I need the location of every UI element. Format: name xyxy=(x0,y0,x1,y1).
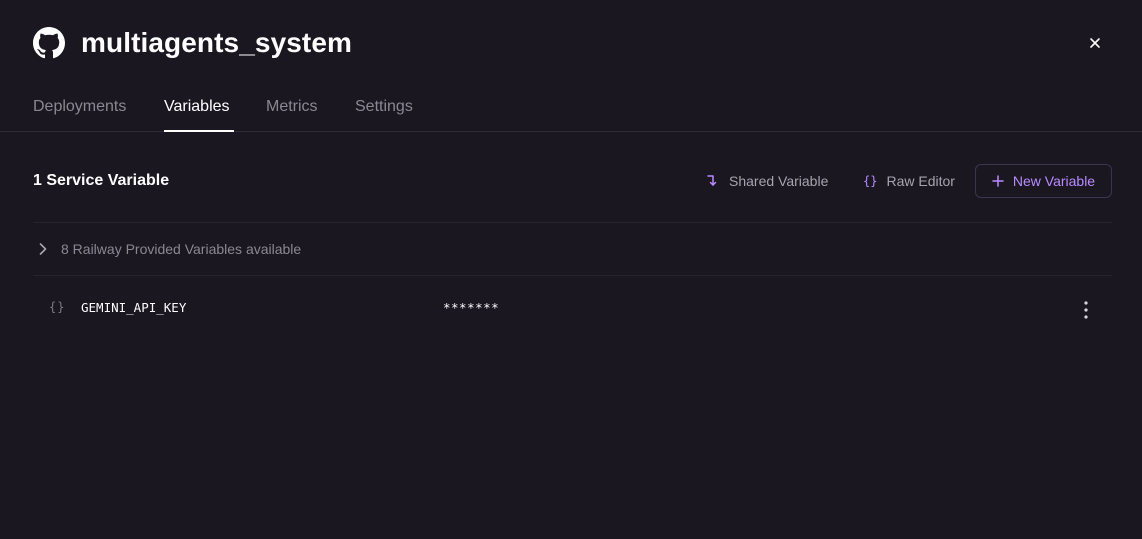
shared-variable-icon xyxy=(706,174,720,188)
close-icon xyxy=(1090,38,1100,48)
new-variable-button[interactable]: New Variable xyxy=(975,164,1112,198)
close-button[interactable] xyxy=(1084,32,1106,54)
shared-variable-label: Shared Variable xyxy=(729,173,829,189)
service-panel: multiagents_system Deployments Variables… xyxy=(0,0,1142,539)
variable-value[interactable]: ******* xyxy=(443,300,499,315)
service-variable-count: 1 Service Variable xyxy=(33,172,170,189)
page-title: multiagents_system xyxy=(81,27,353,58)
new-variable-label: New Variable xyxy=(1012,173,1096,189)
raw-editor-label: Raw Editor xyxy=(886,173,955,189)
tab-settings[interactable]: Settings xyxy=(355,96,413,118)
tab-bar: Deployments Variables Metrics Settings xyxy=(0,86,1142,132)
chevron-right-icon xyxy=(38,242,48,261)
github-icon xyxy=(33,27,65,59)
active-tab-indicator xyxy=(164,130,234,132)
railway-variables-toggle[interactable]: 8 Railway Provided Variables available xyxy=(33,223,1112,275)
raw-editor-button[interactable]: {} Raw Editor xyxy=(863,171,955,191)
tab-metrics[interactable]: Metrics xyxy=(266,96,318,118)
more-options-icon[interactable] xyxy=(1079,299,1093,321)
variable-name[interactable]: GEMINI_API_KEY xyxy=(81,300,186,315)
panel-header: multiagents_system xyxy=(0,0,1142,86)
divider xyxy=(33,275,1112,276)
plus-icon xyxy=(992,175,1004,187)
tab-deployments[interactable]: Deployments xyxy=(33,96,126,118)
shared-variable-button[interactable]: Shared Variable xyxy=(706,171,828,191)
braces-icon: {} xyxy=(863,174,878,188)
railway-variables-label: 8 Railway Provided Variables available xyxy=(61,241,302,257)
variable-braces-icon: {} xyxy=(49,300,66,314)
variable-row[interactable]: {} GEMINI_API_KEY ******* xyxy=(33,290,1112,330)
tab-variables[interactable]: Variables xyxy=(164,96,230,118)
